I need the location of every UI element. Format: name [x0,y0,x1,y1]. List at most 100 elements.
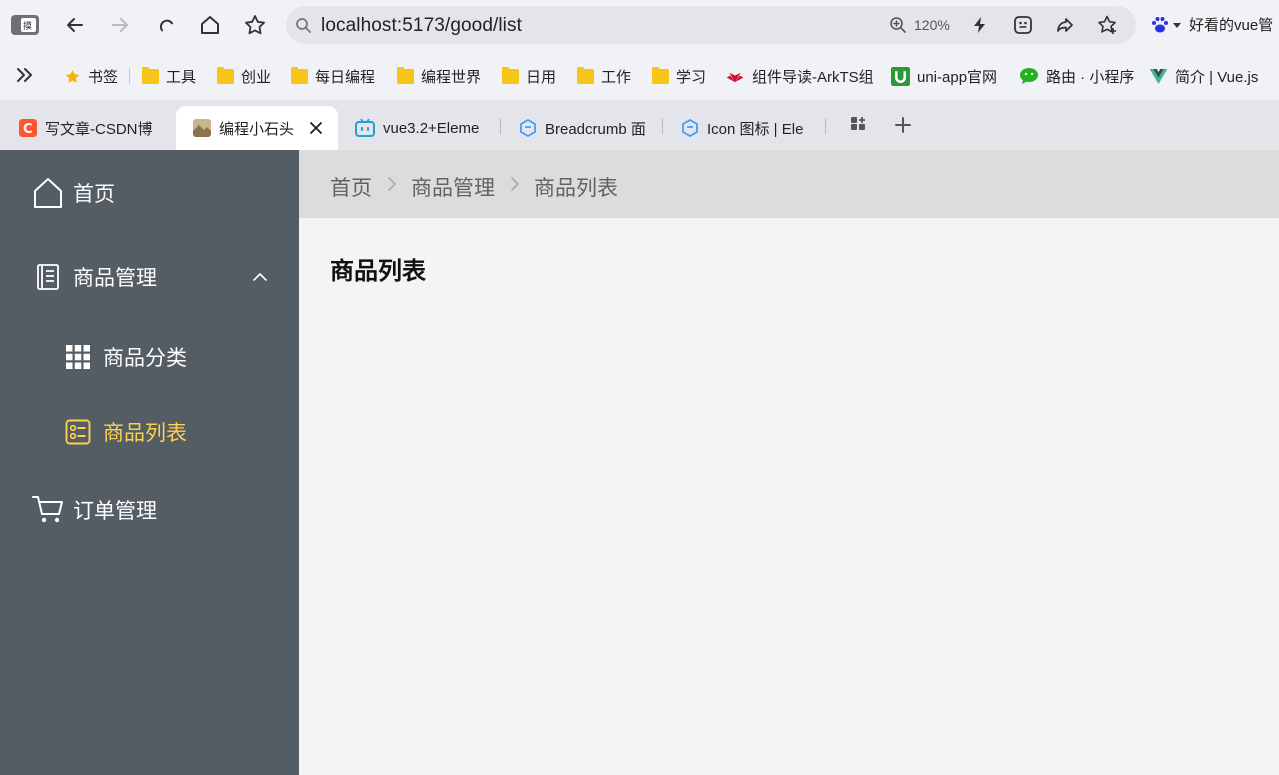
element-icon [520,119,536,137]
tab-groups-icon[interactable] [850,116,868,134]
grid-icon [66,345,90,369]
chevron-down-icon[interactable] [1172,22,1182,30]
bookmark-folder[interactable]: 日用 [502,66,556,86]
bookmark-label: 每日编程 [315,68,376,86]
sidebar-item-label: 商品分类 [103,347,187,370]
bookmark-label: 路由 · 小程序 [1046,68,1135,86]
chevron-up-icon[interactable] [252,272,268,282]
bookmark-folder[interactable]: 工作 [577,66,631,86]
sidebar-item-order-management[interactable]: 订单管理 [0,493,299,527]
bookmark-item[interactable]: 简介 | Vue.js [1149,66,1258,86]
chevron-right-icon [388,177,396,191]
tab-title: Icon 图标 | Ele [707,120,804,138]
extension-icon[interactable] [1013,15,1033,35]
shopping-cart-icon [32,495,64,525]
browser-toolbar: 摸 localhost:5173/good/list 120% 好看的vue管 [0,0,1279,50]
tab-title: vue3.2+Eleme [383,119,480,137]
bookmark-label: 编程世界 [421,68,482,86]
star-icon [65,69,80,83]
bookmark-folder[interactable]: 编程世界 [397,66,481,86]
sidebar-item-goods-management[interactable]: 商品管理 [0,260,299,294]
browser-tab[interactable]: Breadcrumb 面 [512,106,650,150]
bookmark-label: 日用 [526,68,557,86]
browser-tab[interactable]: vue3.2+Eleme [346,106,490,150]
sidebar-subitem-goods-list[interactable]: 商品列表 [0,415,299,449]
bookmark-item[interactable]: uni-app官网 [891,66,997,86]
bookmark-item[interactable]: 路由 · 小程序 [1019,66,1134,86]
svg-text:摸: 摸 [23,21,32,32]
browser-tab-active[interactable]: 编程小石头 [176,106,338,150]
sidebar-subitem-goods-category[interactable]: 商品分类 [0,340,299,374]
divider [129,68,130,84]
sidebar-item-label: 商品管理 [73,267,157,290]
forward-icon[interactable] [108,13,132,37]
vue-icon [1149,68,1168,84]
double-chevron-icon[interactable] [15,67,35,83]
page-title: 商品列表 [330,258,426,285]
browser-tab[interactable]: Icon 图标 | Ele [674,106,814,150]
profile-label[interactable]: 好看的vue管 [1189,14,1273,35]
sidebar-item-home[interactable]: 首页 [0,176,299,210]
zoom-icon[interactable] [889,16,907,34]
folder-icon [652,66,669,84]
reload-icon[interactable] [153,13,177,37]
home-icon[interactable] [198,13,222,37]
uniapp-icon [891,66,910,86]
breadcrumb-item-goods-list: 商品列表 [534,177,618,200]
folder-icon [142,66,159,84]
search-icon [296,18,311,33]
sidebar-item-label: 首页 [73,183,115,206]
bookmark-label: 书签 [88,68,119,86]
folder-icon [217,66,234,84]
bilibili-icon [355,119,375,137]
sidebar-item-label: 订单管理 [73,500,157,523]
favorites-icon[interactable] [1097,14,1119,36]
bookmark-label: 工具 [166,68,197,86]
divider [662,118,663,134]
bolt-icon[interactable] [971,16,989,34]
svg-text:C: C [23,122,33,137]
bookmark-label: 学习 [676,68,707,86]
tab-title: Breadcrumb 面 [545,120,646,138]
tab-title: 写文章-CSDN博 [45,120,153,138]
wechat-icon [1020,68,1038,84]
divider [500,118,501,134]
bookmark-label: 组件导读-ArkTS组 [752,68,874,86]
bookmark-item[interactable]: 书签 [64,66,118,86]
bookmark-item[interactable]: 组件导读-ArkTS组 [725,66,874,86]
breadcrumb-item-goods-management[interactable]: 商品管理 [411,172,495,202]
browser-tab[interactable]: C 写文章-CSDN博 [10,106,166,150]
star-icon[interactable] [243,13,267,37]
breadcrumb-item-home[interactable]: 首页 [330,172,372,202]
sidebar-item-label: 商品列表 [103,422,187,445]
bookmark-folder[interactable]: 每日编程 [291,66,375,86]
sidebar-icon[interactable]: 摸 [10,13,40,37]
bookmark-label: 简介 | Vue.js [1175,68,1259,86]
main-content: 首页 商品管理 商品列表 商品列表 [299,150,1279,775]
breadcrumb: 首页 商品管理 商品列表 [299,150,1279,218]
back-icon[interactable] [63,13,87,37]
chevron-right-icon [511,177,519,191]
zoom-level[interactable]: 120% [914,17,950,33]
sidebar-menu: 首页 商品管理 商品分类 商品列表 订单管理 [0,150,299,775]
folder-icon [577,66,594,84]
bookmark-label: 创业 [241,68,272,86]
bookmark-label: uni-app官网 [917,68,998,86]
bookmark-folder[interactable]: 创业 [217,66,271,86]
url-text: localhost:5173/good/list [321,15,522,36]
share-icon[interactable] [1055,15,1075,35]
baidu-paw-icon[interactable] [1150,15,1170,35]
bookmark-folder[interactable]: 学习 [652,66,706,86]
bookmark-folder[interactable]: 工具 [142,66,196,86]
folder-icon [397,66,414,84]
csdn-icon: C [19,119,37,137]
new-tab-icon[interactable] [894,116,912,134]
thumbnail-icon [193,119,211,137]
address-bar[interactable]: localhost:5173/good/list 120% [286,6,1136,44]
tab-title: 编程小石头 [219,120,295,138]
close-icon[interactable] [310,122,322,134]
divider [825,118,826,134]
tab-strip: C 写文章-CSDN博 编程小石头 vue3.2+Eleme Breadcrum… [0,100,1279,150]
bookmarks-bar: 书签 工具 创业 每日编程 编程世界 日用 工作 学习 组件导读-ArkTS组 … [0,50,1279,100]
document-icon [37,264,59,290]
